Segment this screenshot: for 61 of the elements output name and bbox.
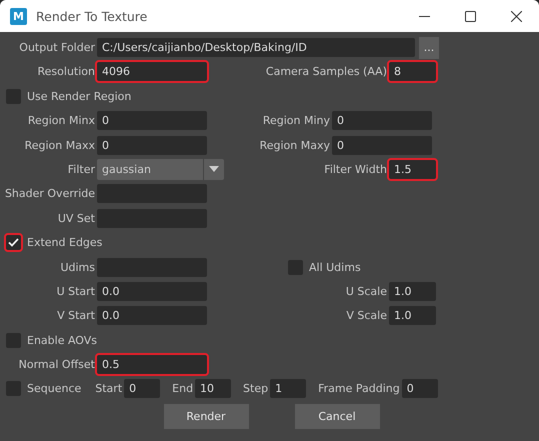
- input-field[interactable]: 0: [124, 379, 160, 398]
- field-label: V Scale: [345, 309, 387, 322]
- input-field[interactable]: C:/Users/caijianbo/Desktop/Baking/ID: [97, 38, 415, 57]
- dialog-button[interactable]: Cancel: [294, 404, 380, 429]
- field-label: Frame Padding: [318, 382, 400, 396]
- field-label: Udims: [59, 260, 95, 274]
- input-field[interactable]: 0: [97, 136, 207, 155]
- field-label: Filter Width: [323, 162, 387, 176]
- field-label: Camera Samples (AA): [264, 65, 387, 78]
- checkbox-label: Extend Edges: [27, 236, 102, 250]
- input-field[interactable]: 1.0: [389, 306, 436, 326]
- field-label: Region Minx: [26, 114, 95, 128]
- input-field[interactable]: 4096: [97, 62, 207, 82]
- field-label: Output Folder: [18, 41, 95, 54]
- field-label: UV Set: [56, 212, 95, 225]
- dialog-button[interactable]: Render: [164, 404, 248, 429]
- input-field[interactable]: 0.0: [97, 306, 207, 326]
- input-field[interactable]: 0.0: [97, 282, 207, 301]
- checkbox[interactable]: [6, 381, 21, 396]
- input-field[interactable]: [97, 258, 207, 277]
- checkbox[interactable]: [288, 260, 303, 275]
- checkbox[interactable]: [6, 88, 21, 104]
- checkbox-label: Enable AOVs: [27, 334, 98, 347]
- checkbox[interactable]: [6, 235, 21, 250]
- input-field[interactable]: 0: [97, 111, 207, 130]
- input-field[interactable]: 8: [389, 62, 436, 82]
- field-label: Region Maxx: [24, 138, 95, 152]
- checkbox-label: Use Render Region: [27, 90, 132, 103]
- close-icon: [510, 10, 522, 22]
- input-field[interactable]: 0.5: [97, 355, 207, 374]
- field-label: Step: [243, 382, 268, 396]
- app-icon: M: [10, 8, 27, 24]
- field-label: Region Miny: [262, 114, 330, 128]
- input-field[interactable]: 0: [332, 136, 432, 155]
- filter-dropdown[interactable]: gaussian: [97, 158, 224, 180]
- field-label: U Start: [56, 284, 95, 298]
- input-field[interactable]: 1.0: [389, 282, 436, 301]
- field-label: End: [172, 382, 194, 396]
- input-field[interactable]: [97, 208, 207, 228]
- input-field[interactable]: 10: [195, 379, 232, 398]
- input-field[interactable]: 0: [402, 379, 438, 398]
- input-field[interactable]: [97, 184, 207, 204]
- maximize-icon: [464, 10, 476, 22]
- checkbox-label: All Udims: [309, 260, 361, 274]
- field-label: Shader Override: [4, 187, 95, 200]
- checkmark-icon: [8, 238, 19, 248]
- field-label: Normal Offset: [18, 358, 95, 372]
- field-label: Resolution: [36, 65, 95, 78]
- checkbox-label: Sequence: [27, 382, 82, 396]
- window-title: Render To Texture: [36, 8, 148, 24]
- field-label: U Scale: [344, 284, 387, 298]
- field-label: Start: [95, 382, 122, 396]
- field-label: Region Maxy: [258, 138, 330, 152]
- input-field[interactable]: 0: [332, 111, 432, 130]
- field-label: Filter: [66, 162, 95, 176]
- input-field[interactable]: 1: [270, 379, 306, 398]
- field-label: V Start: [56, 309, 95, 322]
- browse-button[interactable]: ...: [419, 36, 439, 58]
- caret-icon: [209, 166, 219, 172]
- checkbox[interactable]: [6, 332, 21, 348]
- input-field[interactable]: 1.5: [389, 160, 436, 179]
